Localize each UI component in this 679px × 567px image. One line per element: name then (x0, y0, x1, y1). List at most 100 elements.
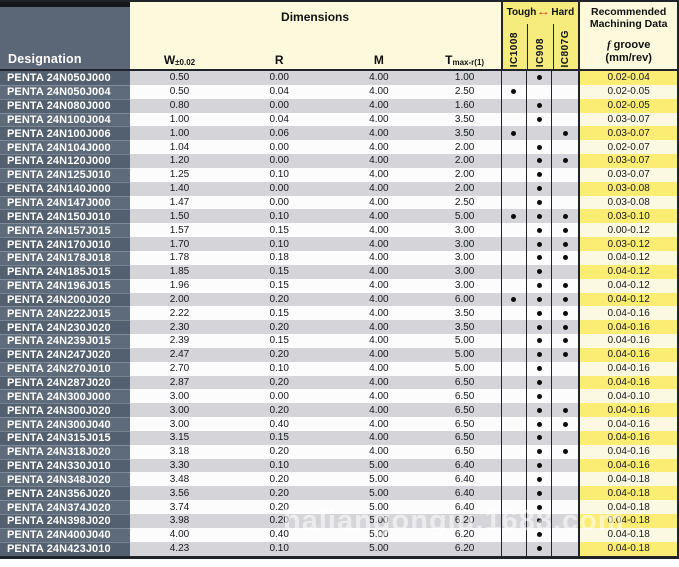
designation-cell: PENTA 24N222J015 (0, 306, 130, 321)
tmax-cell: 3.00 (428, 237, 501, 251)
w-symbol: W (163, 53, 176, 67)
grade-dot-icon (511, 89, 517, 95)
table-row: PENTA 24N400J040 4.00 0.40 5.00 6.20 0.0… (0, 527, 677, 542)
table-row: PENTA 24N170J010 1.70 0.10 4.00 3.00 0.0… (0, 237, 677, 251)
r-cell: 0.20 (229, 403, 330, 418)
ic807g-cell (551, 389, 579, 404)
r-cell: 0.10 (229, 167, 330, 182)
m-cell: 5.00 (329, 486, 429, 501)
tmax-cell: 6.40 (428, 500, 501, 514)
m-cell: 4.00 (329, 250, 429, 265)
fgroove-unit: (mm/rev) (605, 51, 652, 64)
m-cell: 5.00 (329, 472, 429, 487)
m-cell: 4.00 (329, 361, 429, 376)
grade-dot-icon (536, 421, 542, 427)
recommended-header-cell: Recommended Machining Data f groove (mm/… (578, 2, 677, 69)
ic807g-cell (551, 306, 579, 321)
ic1008-cell (500, 472, 527, 487)
tmax-cell: 6.20 (428, 527, 501, 542)
m-cell: 4.00 (329, 389, 429, 404)
r-cell: 0.00 (229, 389, 330, 404)
tmax-cell: 2.00 (428, 181, 501, 196)
w-cell: 2.87 (129, 375, 230, 390)
designation-cell: PENTA 24N318J020 (0, 444, 130, 459)
fgroove-label: f groove (606, 38, 651, 51)
tmax-cell: 3.50 (428, 320, 501, 335)
ic807g-cell (551, 181, 579, 196)
r-cell: 0.20 (229, 292, 330, 307)
grade-dot-icon (536, 490, 542, 496)
grades-header-cell: Tough ↔ Hard IC1008 IC908 IC807G (500, 2, 579, 69)
w-cell: 1.57 (129, 223, 230, 238)
m-cell: 4.00 (329, 84, 429, 99)
ic908-cell (526, 500, 552, 514)
designation-cell: PENTA 24N300J020 (0, 403, 130, 418)
grade-dot-icon (536, 463, 542, 469)
w-cell: 1.47 (129, 195, 230, 210)
fgroove-cell: 0.04-0.18 (578, 527, 677, 542)
ic908-cell (526, 140, 552, 155)
r-cell: 0.04 (229, 112, 330, 127)
m-cell: 5.00 (329, 458, 429, 473)
ic1008-cell (500, 306, 527, 321)
tmax-cell: 6.40 (428, 458, 501, 473)
m-cell: 4.00 (329, 320, 429, 335)
dimensions-header-cell: Dimensions W ±0.02 R M Tmax-r (1) (129, 2, 501, 69)
ic807g-cell (551, 361, 579, 376)
ic1008-cell (500, 320, 527, 335)
r-cell: 0.20 (229, 444, 330, 459)
w-cell: 3.18 (129, 444, 230, 459)
ic1008-cell (500, 403, 527, 418)
designation-cell: PENTA 24N150J010 (0, 209, 130, 224)
table-row: PENTA 24N147J000 1.47 0.00 4.00 2.50 0.0… (0, 195, 677, 210)
w-cell: 3.00 (129, 417, 230, 431)
grade-dot-icon (536, 227, 542, 233)
r-cell: 0.20 (229, 375, 330, 390)
ic1008-cell (500, 486, 527, 501)
ic908-cell (526, 389, 552, 404)
w-cell: 2.30 (129, 320, 230, 335)
ic1008-cell (500, 361, 527, 376)
ic807g-cell (551, 167, 579, 182)
r-cell: 0.10 (229, 458, 330, 473)
designation-cell: PENTA 24N140J000 (0, 181, 130, 196)
ic807g-cell (551, 500, 579, 514)
grade-dot-icon (536, 296, 542, 302)
ic1008-cell (500, 347, 527, 362)
ic1008-cell (500, 250, 527, 265)
m-cell: 4.00 (329, 167, 429, 182)
m-cell: 4.00 (329, 209, 429, 224)
ic1008-cell (500, 71, 527, 85)
ic1008-cell (500, 181, 527, 196)
designation-cell: PENTA 24N185J015 (0, 264, 130, 279)
hard-label: Hard (551, 7, 575, 18)
grade-dot-icon (536, 476, 542, 482)
ic1008-cell (500, 167, 527, 182)
ic908-cell (526, 264, 552, 279)
w-cell: 0.50 (129, 71, 230, 85)
ic1008-cell (500, 209, 527, 224)
fgroove-cell: 0.04-0.16 (578, 361, 677, 376)
ic807g-cell (551, 71, 579, 85)
r-cell: 0.18 (229, 250, 330, 265)
ic807g-cell (551, 237, 579, 251)
table-row: PENTA 24N080J000 0.80 0.00 4.00 1.60 0.0… (0, 98, 677, 113)
ic1008-cell (500, 278, 527, 293)
r-cell: 0.20 (229, 500, 330, 514)
w-cell: 1.50 (129, 209, 230, 224)
ic1008-cell (500, 334, 527, 348)
tmax-cell: 3.00 (428, 264, 501, 279)
tmax-cell: 5.00 (428, 361, 501, 376)
w-cell: 3.15 (129, 430, 230, 445)
ic908-cell (526, 84, 552, 99)
ic807g-cell (551, 209, 579, 224)
m-cell: 4.00 (329, 112, 429, 127)
designation-header-cell: Designation (0, 2, 130, 69)
ic908-cell (526, 154, 552, 168)
tmax-cell: 2.50 (428, 195, 501, 210)
designation-cell: PENTA 24N125J010 (0, 167, 130, 182)
tmax-cell: 5.00 (428, 209, 501, 224)
m-cell: 4.00 (329, 417, 429, 431)
tmax-cell: 6.50 (428, 403, 501, 418)
ic1008-cell (500, 541, 527, 556)
